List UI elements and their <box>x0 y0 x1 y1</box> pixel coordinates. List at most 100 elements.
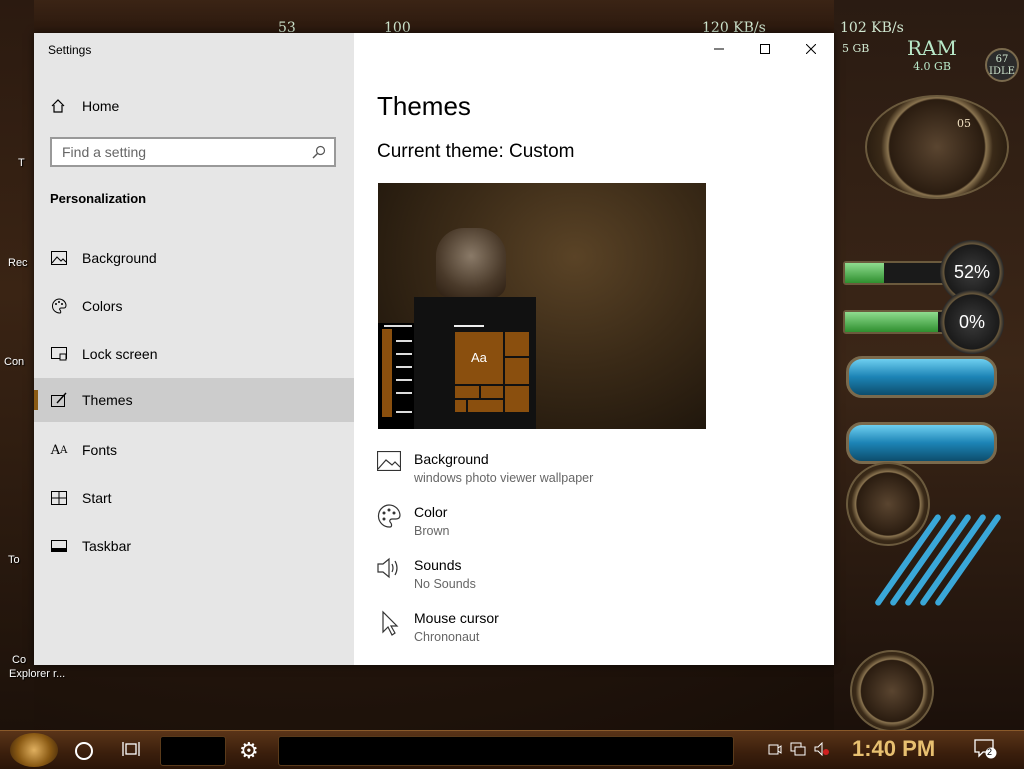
sidebar-item-taskbar[interactable]: Taskbar <box>34 524 354 568</box>
taskbar-clock[interactable]: 1:40 PM <box>852 736 935 762</box>
memory-gauge-dial: 0% <box>940 290 1004 354</box>
preview-line <box>396 392 412 394</box>
setting-value: Chrononaut <box>414 630 480 644</box>
task-view-icon[interactable] <box>122 741 140 762</box>
sidebar-item-label: Fonts <box>82 442 118 458</box>
volume-muted-icon[interactable] <box>814 741 830 759</box>
current-theme-label: Current theme: Custom <box>377 141 575 162</box>
ram-gauge: RAM 4.0 GB <box>892 36 972 80</box>
sidebar-item-fonts[interactable]: AA Fonts <box>34 428 354 472</box>
sidebar-item-start[interactable]: Start <box>34 476 354 520</box>
steampunk-clock: 05 <box>865 95 1009 199</box>
sidebar-item-lock-screen[interactable]: Lock screen <box>34 332 354 376</box>
sidebar-item-background[interactable]: Background <box>34 236 354 280</box>
minimize-button[interactable] <box>696 33 742 65</box>
home-icon <box>50 98 68 114</box>
preview-line <box>396 353 412 355</box>
home-label: Home <box>82 98 120 114</box>
sidebar-item-label: Themes <box>82 392 133 408</box>
disk-readout: 5 GB <box>842 42 870 55</box>
settings-window: Settings Home Personalization Background <box>34 33 834 665</box>
preview-tile <box>504 331 530 357</box>
theme-background-setting[interactable]: Background windows photo viewer wallpape… <box>377 451 593 495</box>
idle-gauge: 67 IDLE <box>985 48 1019 82</box>
theme-sounds-setting[interactable]: Sounds No Sounds <box>377 557 476 601</box>
sidebar-item-themes[interactable]: Themes <box>34 378 354 422</box>
preview-tile-text: Aa <box>471 350 487 365</box>
desktop-icon-label: T <box>18 157 25 169</box>
taskbar-icon <box>50 537 68 555</box>
close-button[interactable] <box>788 33 834 65</box>
desktop-icon-label: To <box>8 554 20 566</box>
window-controls <box>696 33 834 65</box>
speaker-icon <box>377 557 403 583</box>
fonts-icon: AA <box>50 442 68 458</box>
minimize-icon <box>714 48 724 50</box>
search-box[interactable] <box>50 137 336 167</box>
preview-tile: Aa <box>454 331 504 385</box>
setting-label: Mouse cursor <box>414 610 499 626</box>
cortana-icon[interactable] <box>75 742 93 760</box>
theme-color-setting[interactable]: Color Brown <box>377 504 449 548</box>
preview-line <box>396 340 412 342</box>
sidebar-item-colors[interactable]: Colors <box>34 284 354 328</box>
taskbar-slot[interactable] <box>278 736 734 766</box>
preview-accent-bar <box>382 329 392 417</box>
sidebar-item-label: Taskbar <box>82 538 132 554</box>
blue-tube <box>846 422 997 464</box>
maximize-button[interactable] <box>742 33 788 65</box>
notification-count: 2 <box>987 747 993 757</box>
palette-icon <box>377 504 403 530</box>
active-indicator <box>34 390 38 410</box>
desktop-icon-label: Con <box>4 356 25 368</box>
notification-center-icon[interactable]: 2 <box>974 739 998 764</box>
maximize-icon <box>760 44 770 54</box>
sidebar-item-label: Background <box>82 250 157 266</box>
network-readout: 102 KB/s <box>840 20 904 36</box>
taskbar: ⚙ 1:40 PM 2 <box>0 730 1024 769</box>
gear-decoration <box>846 462 930 546</box>
sidebar-item-label: Start <box>82 490 112 506</box>
wallpaper-figure <box>436 228 506 298</box>
settings-sidebar: Settings Home Personalization Background <box>34 33 354 665</box>
cursor-icon <box>377 610 403 636</box>
settings-content: Themes Current theme: Custom Aa Backgrou… <box>354 33 834 665</box>
settings-gear-icon[interactable]: ⚙ <box>239 738 259 764</box>
preview-tile <box>504 357 530 385</box>
home-link[interactable]: Home <box>50 95 119 117</box>
page-title: Themes <box>377 91 471 121</box>
gear-decoration <box>850 650 934 732</box>
desktop-top-strip: 53 100 120 KB/s <box>34 0 834 36</box>
setting-value: Brown <box>414 524 450 538</box>
preview-tile <box>454 385 480 399</box>
taskbar-slot[interactable] <box>160 736 226 766</box>
setting-label: Sounds <box>414 557 462 573</box>
theme-preview: Aa <box>378 183 706 429</box>
theme-mouse-cursor-setting[interactable]: Mouse cursor Chrononaut <box>377 610 499 654</box>
search-icon[interactable] <box>312 145 326 164</box>
clock-numeral: 05 <box>957 117 971 130</box>
start-button[interactable] <box>10 733 58 767</box>
camera-icon[interactable] <box>768 742 782 759</box>
preview-line <box>384 325 412 327</box>
preview-line <box>396 411 412 413</box>
start-icon <box>50 489 68 507</box>
idle-label: IDLE <box>989 66 1015 77</box>
blue-tube <box>846 356 997 398</box>
brush-icon <box>50 391 68 409</box>
cpu-gauge-bar <box>843 261 945 285</box>
ram-value: 4.0 GB <box>913 60 951 73</box>
search-input[interactable] <box>52 139 302 165</box>
preview-tile <box>504 385 530 413</box>
preview-start-menu: Aa <box>414 297 536 429</box>
image-icon <box>377 451 403 477</box>
preview-tile <box>467 399 504 413</box>
setting-label: Color <box>414 504 448 520</box>
network-icon[interactable] <box>790 742 806 759</box>
preview-line <box>396 379 412 381</box>
desktop-icon-label: Co <box>12 654 27 666</box>
setting-value: windows photo viewer wallpaper <box>414 471 594 485</box>
ram-label: RAM <box>907 36 957 60</box>
preview-tile <box>454 399 467 413</box>
setting-value: No Sounds <box>414 577 476 591</box>
